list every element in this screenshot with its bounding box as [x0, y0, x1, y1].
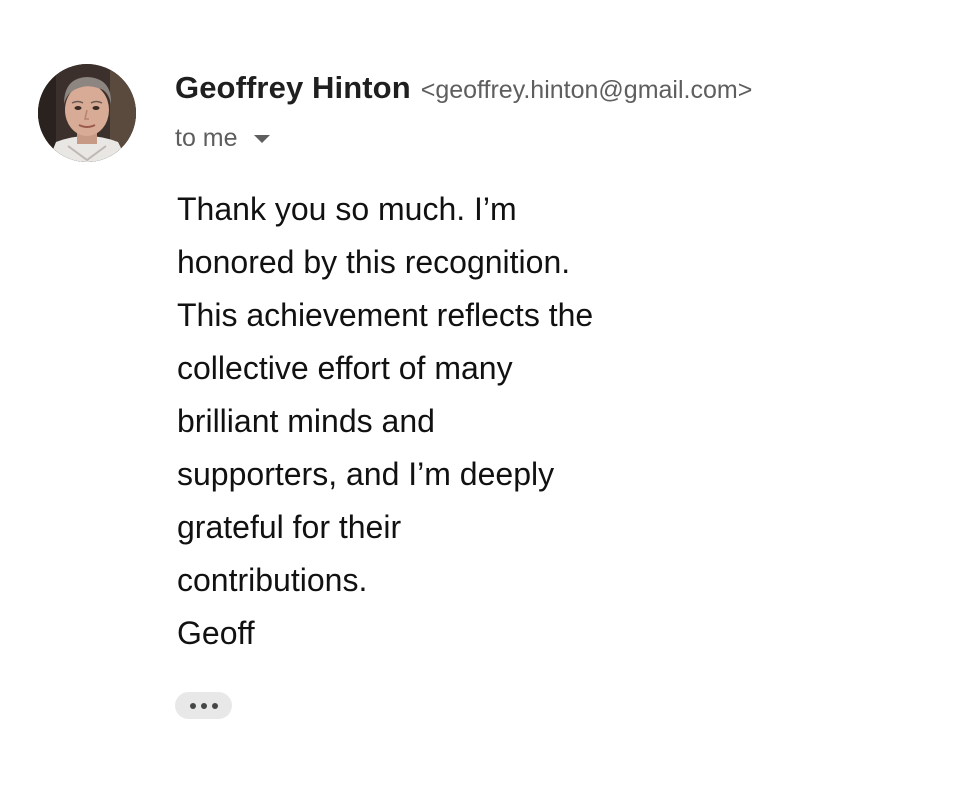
sender-line: Geoffrey Hinton <geoffrey.hinton@gmail.c… [175, 70, 752, 110]
more-horiz-icon [200, 702, 207, 709]
email-body: Thank you so much. I’m honored by this r… [177, 183, 697, 660]
body-line: contributions. [177, 562, 368, 598]
email-message: Geoffrey Hinton <geoffrey.hinton@gmail.c… [0, 0, 955, 802]
body-line: This achievement reflects the [177, 297, 594, 333]
body-line: brilliant minds and [177, 403, 435, 439]
sender-email[interactable]: <geoffrey.hinton@gmail.com> [421, 76, 753, 105]
body-line: grateful for their [177, 509, 402, 545]
profile-photo-icon [38, 64, 136, 162]
body-line: honored by this recognition. [177, 244, 571, 280]
caret-down-icon[interactable] [253, 135, 270, 143]
more-horiz-icon [189, 702, 196, 709]
sender-name[interactable]: Geoffrey Hinton [175, 70, 411, 106]
signature: Geoff [177, 615, 255, 651]
email-header: Geoffrey Hinton <geoffrey.hinton@gmail.c… [175, 70, 752, 154]
more-horiz-icon [211, 702, 218, 709]
sender-avatar[interactable] [38, 64, 136, 162]
recipient-details-toggle[interactable]: to me [175, 122, 752, 154]
show-trimmed-content-button[interactable] [175, 692, 232, 719]
body-line: collective effort of many [177, 350, 513, 386]
recipient-label: to me [175, 123, 238, 152]
body-line: supporters, and I’m deeply [177, 456, 555, 492]
body-line: Thank you so much. I’m [177, 191, 517, 227]
